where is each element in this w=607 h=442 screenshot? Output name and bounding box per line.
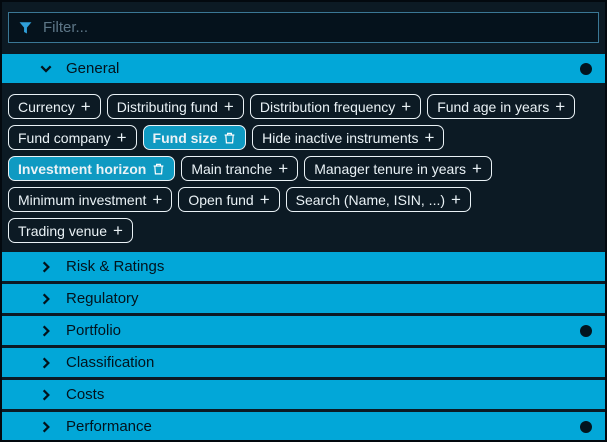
section-header-risk-ratings[interactable]: Risk & Ratings (2, 252, 605, 281)
section-label: General (66, 60, 119, 77)
section-header-regulatory[interactable]: Regulatory (2, 284, 605, 313)
filter-chip-main-tranche[interactable]: Main tranche + (181, 156, 298, 181)
chip-label: Open fund (188, 193, 253, 207)
section-label: Portfolio (66, 322, 121, 339)
general-filters-panel: Currency + Distributing fund + Distribut… (2, 86, 605, 252)
chip-label: Currency (18, 100, 75, 114)
active-filters-dot (580, 421, 592, 433)
section-header-portfolio[interactable]: Portfolio (2, 316, 605, 345)
chevron-right-icon (38, 259, 54, 275)
chip-label: Fund size (153, 131, 218, 145)
section-header-general[interactable]: General (2, 54, 605, 83)
filter-chip-hide-inactive-instruments[interactable]: Hide inactive instruments + (252, 125, 444, 150)
filter-chip-trading-venue[interactable]: Trading venue + (8, 218, 133, 243)
plus-icon: + (117, 129, 127, 146)
chip-label: Hide inactive instruments (262, 131, 418, 145)
trash-icon (223, 131, 236, 145)
chevron-right-icon (38, 419, 54, 435)
section-label: Risk & Ratings (66, 258, 164, 275)
filter-chip-fund-size[interactable]: Fund size (143, 125, 247, 150)
plus-icon: + (401, 98, 411, 115)
section-label: Performance (66, 418, 152, 435)
section-label: Costs (66, 386, 104, 403)
plus-icon: + (472, 160, 482, 177)
plus-icon: + (152, 191, 162, 208)
chevron-down-icon (38, 61, 54, 77)
chip-label: Minimum investment (18, 193, 146, 207)
trash-icon (152, 162, 165, 176)
filter-chip-distribution-frequency[interactable]: Distribution frequency + (250, 94, 421, 119)
filter-chip-search-name-isin[interactable]: Search (Name, ISIN, ...) + (286, 187, 471, 212)
chip-label: Search (Name, ISIN, ...) (296, 193, 445, 207)
filter-chip-investment-horizon[interactable]: Investment horizon (8, 156, 175, 181)
chip-label: Manager tenure in years (314, 162, 466, 176)
filter-chip-distributing-fund[interactable]: Distributing fund + (107, 94, 244, 119)
active-filters-dot (580, 63, 592, 75)
plus-icon: + (278, 160, 288, 177)
section-header-performance[interactable]: Performance (2, 412, 605, 441)
filter-search-box (8, 12, 599, 43)
plus-icon: + (451, 191, 461, 208)
filter-chip-fund-age-in-years[interactable]: Fund age in years + (427, 94, 575, 119)
plus-icon: + (555, 98, 565, 115)
plus-icon: + (224, 98, 234, 115)
chip-label: Trading venue (18, 224, 107, 238)
filter-input[interactable] (41, 18, 589, 37)
filter-chip-manager-tenure-in-years[interactable]: Manager tenure in years + (304, 156, 492, 181)
chip-label: Distribution frequency (260, 100, 395, 114)
chip-label: Distributing fund (117, 100, 218, 114)
funnel-icon (18, 20, 33, 35)
plus-icon: + (113, 222, 123, 239)
chip-label: Main tranche (191, 162, 272, 176)
chevron-right-icon (38, 355, 54, 371)
chevron-right-icon (38, 323, 54, 339)
filter-chip-currency[interactable]: Currency + (8, 94, 101, 119)
fund-screener-filter-panel: General Currency + Distributing fund + D… (0, 0, 607, 442)
active-filters-dot (580, 325, 592, 337)
section-label: Classification (66, 354, 154, 371)
section-header-costs[interactable]: Costs (2, 380, 605, 409)
section-header-classification[interactable]: Classification (2, 348, 605, 377)
chip-label: Fund company (18, 131, 111, 145)
chip-label: Fund age in years (437, 100, 549, 114)
plus-icon: + (425, 129, 435, 146)
chevron-right-icon (38, 387, 54, 403)
plus-icon: + (260, 191, 270, 208)
filter-chip-fund-company[interactable]: Fund company + (8, 125, 137, 150)
filter-chip-minimum-investment[interactable]: Minimum investment + (8, 187, 172, 212)
filter-chip-open-fund[interactable]: Open fund + (178, 187, 279, 212)
chip-label: Investment horizon (18, 162, 146, 176)
section-label: Regulatory (66, 290, 139, 307)
filter-sections: General Currency + Distributing fund + D… (2, 54, 605, 442)
plus-icon: + (81, 98, 91, 115)
chevron-right-icon (38, 291, 54, 307)
